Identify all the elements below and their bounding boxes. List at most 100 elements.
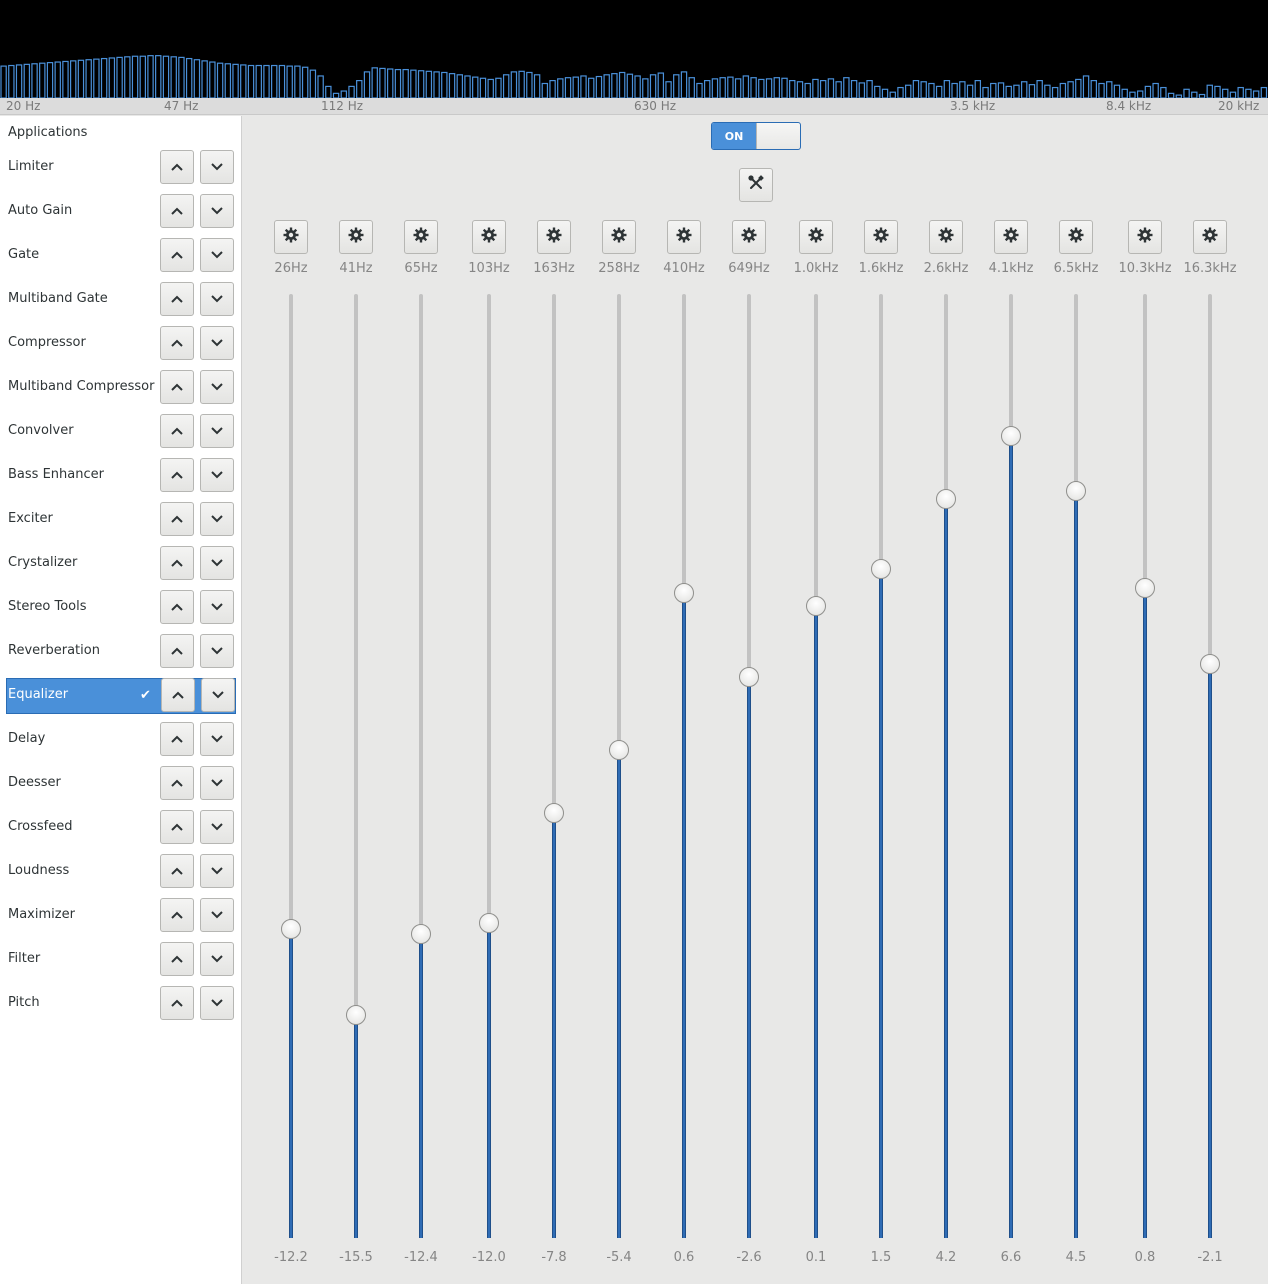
move-up-button[interactable] — [160, 370, 194, 404]
move-down-button[interactable] — [200, 326, 234, 360]
band-settings-button[interactable] — [472, 220, 506, 254]
band-slider-knob[interactable] — [479, 913, 499, 934]
spectrum-bar — [549, 79, 556, 98]
spectrum-bar — [696, 82, 703, 98]
plugin-row-limiter[interactable]: Limiter — [6, 150, 236, 186]
move-down-button[interactable] — [200, 766, 234, 800]
move-down-button[interactable] — [200, 986, 234, 1020]
spectrum-bar — [456, 74, 464, 98]
band-settings-button[interactable] — [864, 220, 898, 254]
band-slider-knob[interactable] — [281, 918, 301, 939]
band-settings-button[interactable] — [1059, 220, 1093, 254]
band-settings-button[interactable] — [537, 220, 571, 254]
spectrum-bar — [781, 77, 788, 98]
plugin-label: Crossfeed — [8, 819, 73, 834]
move-down-button[interactable] — [200, 150, 234, 184]
move-down-button[interactable] — [200, 194, 234, 228]
band-settings-button[interactable] — [929, 220, 963, 254]
move-up-button[interactable] — [160, 810, 194, 844]
move-down-button[interactable] — [200, 458, 234, 492]
chevron-down-icon — [210, 866, 224, 876]
band-slider-knob[interactable] — [1200, 653, 1220, 674]
plugin-row-maximizer[interactable]: Maximizer — [6, 898, 236, 934]
move-down-button[interactable] — [200, 854, 234, 888]
plugin-row-loudness[interactable]: Loudness — [6, 854, 236, 890]
move-down-button[interactable] — [200, 370, 234, 404]
plugin-row-pitch[interactable]: Pitch — [6, 986, 236, 1022]
move-up-button[interactable] — [160, 898, 194, 932]
plugin-row-equalizer[interactable]: Equalizer ✔ — [6, 678, 236, 714]
band-slider-knob[interactable] — [1066, 480, 1086, 501]
band-settings-button[interactable] — [667, 220, 701, 254]
band-settings-button[interactable] — [274, 220, 308, 254]
move-up-button[interactable] — [160, 854, 194, 888]
band-slider-knob[interactable] — [346, 1005, 366, 1026]
move-up-button[interactable] — [160, 150, 194, 184]
move-up-button[interactable] — [160, 282, 194, 316]
band-settings-button[interactable] — [732, 220, 766, 254]
band-settings-button[interactable] — [799, 220, 833, 254]
plugin-row-crystalizer[interactable]: Crystalizer — [6, 546, 236, 582]
move-down-button[interactable] — [200, 942, 234, 976]
move-down-button[interactable] — [200, 898, 234, 932]
move-down-button[interactable] — [200, 502, 234, 536]
plugin-row-reverberation[interactable]: Reverberation — [6, 634, 236, 670]
move-up-button[interactable] — [160, 590, 194, 624]
band-settings-button[interactable] — [1193, 220, 1227, 254]
move-up-button[interactable] — [160, 546, 194, 580]
move-up-button[interactable] — [160, 326, 194, 360]
plugin-row-delay[interactable]: Delay — [6, 722, 236, 758]
plugin-row-filter[interactable]: Filter — [6, 942, 236, 978]
band-slider-knob[interactable] — [739, 666, 759, 687]
band-settings-button[interactable] — [994, 220, 1028, 254]
move-up-button[interactable] — [160, 986, 194, 1020]
band-slider-knob[interactable] — [1135, 577, 1155, 598]
plugin-row-multiband-compressor[interactable]: Multiband Compressor — [6, 370, 236, 406]
band-slider-knob[interactable] — [411, 923, 431, 944]
move-up-button[interactable] — [160, 766, 194, 800]
band-slider-knob[interactable] — [1001, 425, 1021, 446]
band-slider-knob[interactable] — [544, 803, 564, 824]
band-slider-knob[interactable] — [674, 582, 694, 603]
move-up-button[interactable] — [160, 458, 194, 492]
move-up-button[interactable] — [160, 194, 194, 228]
move-up-button[interactable] — [160, 942, 194, 976]
move-up-button[interactable] — [160, 634, 194, 668]
plugin-row-convolver[interactable]: Convolver — [6, 414, 236, 450]
move-up-button[interactable] — [160, 502, 194, 536]
plugin-row-deesser[interactable]: Deesser — [6, 766, 236, 802]
move-up-button[interactable] — [160, 722, 194, 756]
plugin-row-exciter[interactable]: Exciter — [6, 502, 236, 538]
plugin-row-bass-enhancer[interactable]: Bass Enhancer — [6, 458, 236, 494]
move-down-button[interactable] — [200, 238, 234, 272]
move-down-button[interactable] — [200, 414, 234, 448]
plugin-row-compressor[interactable]: Compressor — [6, 326, 236, 362]
chevron-up-icon — [170, 558, 184, 568]
plugin-row-crossfeed[interactable]: Crossfeed — [6, 810, 236, 846]
plugin-row-auto-gain[interactable]: Auto Gain — [6, 194, 236, 230]
move-down-button[interactable] — [200, 634, 234, 668]
spectrum-bar — [472, 76, 479, 98]
move-up-button[interactable] — [161, 678, 195, 712]
plugin-row-gate[interactable]: Gate — [6, 238, 236, 274]
band-slider-knob[interactable] — [936, 488, 956, 509]
band-slider-knob[interactable] — [609, 740, 629, 761]
move-down-button[interactable] — [200, 282, 234, 316]
band-settings-button[interactable] — [602, 220, 636, 254]
band-settings-button[interactable] — [404, 220, 438, 254]
band-settings-button[interactable] — [1128, 220, 1162, 254]
band-settings-button[interactable] — [339, 220, 373, 254]
band-slider-knob[interactable] — [871, 559, 891, 580]
move-down-button[interactable] — [200, 722, 234, 756]
move-up-button[interactable] — [160, 414, 194, 448]
move-down-button[interactable] — [200, 590, 234, 624]
band-slider-knob[interactable] — [806, 596, 826, 617]
chevron-up-icon — [170, 294, 184, 304]
move-up-button[interactable] — [160, 238, 194, 272]
chevron-down-icon — [210, 250, 224, 260]
plugin-row-stereo-tools[interactable]: Stereo Tools — [6, 590, 236, 626]
move-down-button[interactable] — [200, 810, 234, 844]
plugin-row-multiband-gate[interactable]: Multiband Gate — [6, 282, 236, 318]
move-down-button[interactable] — [201, 678, 235, 712]
move-down-button[interactable] — [200, 546, 234, 580]
